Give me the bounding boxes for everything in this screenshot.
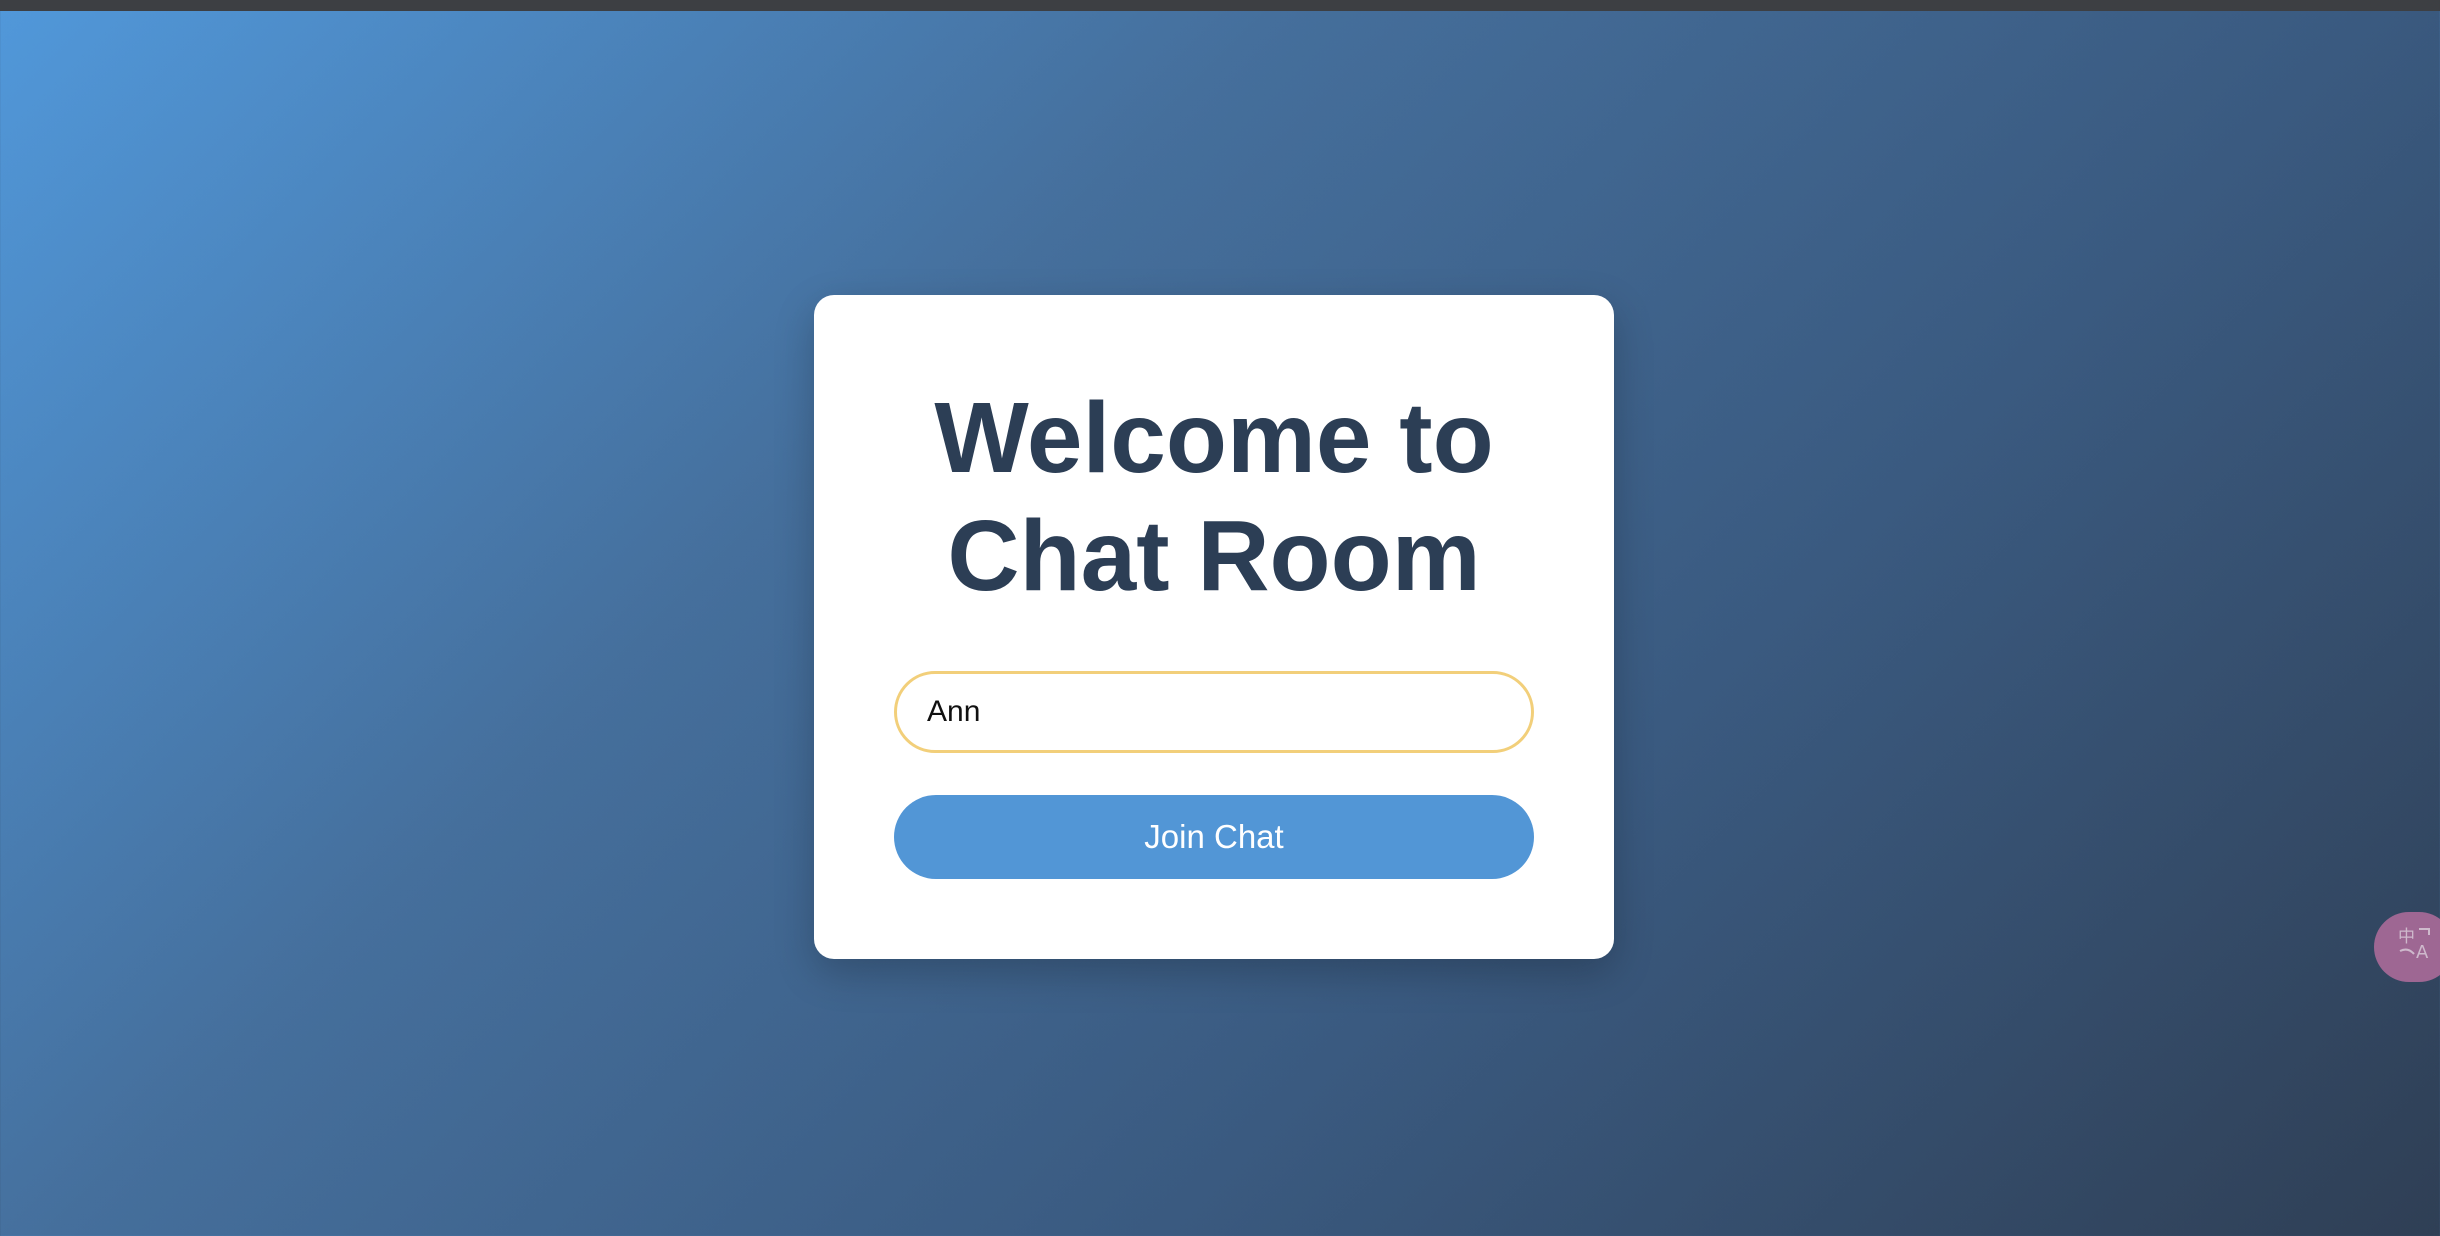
join-chat-button[interactable]: Join Chat: [894, 795, 1534, 879]
svg-text:中: 中: [2398, 927, 2415, 947]
username-input[interactable]: [894, 671, 1534, 753]
translate-icon: 中 A: [2398, 927, 2430, 963]
page-title-line-1: Welcome to: [934, 382, 1494, 494]
browser-top-bar: [0, 0, 2440, 11]
login-card: Welcome to Chat Room Join Chat: [814, 295, 1614, 959]
page-title: Welcome to Chat Room: [814, 379, 1614, 615]
translate-widget[interactable]: 中 A: [2374, 912, 2440, 982]
svg-text:A: A: [2416, 942, 2429, 963]
page-title-line-2: Chat Room: [947, 500, 1481, 612]
